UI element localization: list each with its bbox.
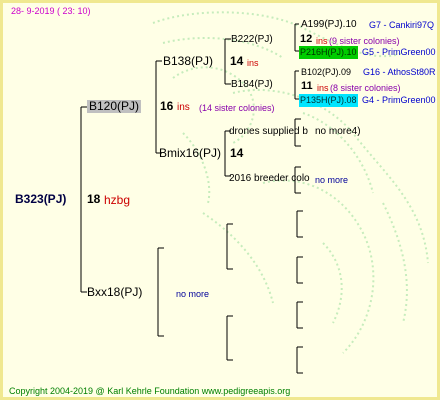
a199-info: G7 - Cankiri97Q	[369, 20, 435, 30]
b138-count: 14	[230, 54, 244, 68]
root-count: 18	[87, 192, 101, 206]
pedigree-frame: 28- 9-2019 ( 23: 10) Copyright 2004-2019…	[0, 0, 440, 400]
bxx18-no-more: no more	[176, 289, 210, 299]
bmix16-count: 14	[230, 146, 244, 160]
root-queen-name[interactable]: B323(PJ)	[15, 193, 66, 206]
p135h-queen-name[interactable]: P135H(PJ).08	[299, 94, 358, 107]
generation-date: 28- 9-2019 ( 23: 10)	[11, 6, 91, 16]
copyright-link[interactable]: Copyright 2004-2019 @ Karl Kehrle Founda…	[9, 385, 290, 397]
bmix16-queen-name[interactable]: Bmix16(PJ)	[159, 147, 221, 160]
b120-note: ins	[177, 102, 190, 113]
root-note: hzbg	[104, 193, 131, 207]
b120-sisters: (14 sister colonies)	[199, 103, 275, 113]
b102-count: 11	[301, 80, 313, 92]
b222-queen-name[interactable]: B222(PJ)	[231, 33, 273, 46]
drones-note: no more4)	[315, 126, 361, 137]
a199-queen-name[interactable]: A199(PJ).10	[301, 18, 357, 31]
p216h-info: G5 - PrimGreen00	[362, 47, 436, 57]
b138-note: ins	[247, 58, 259, 68]
p135h-info: G4 - PrimGreen00	[362, 95, 436, 105]
breeder-colony[interactable]: 2016 breeder colo	[229, 172, 310, 185]
p216h-queen-name[interactable]: P216H(PJ).10	[299, 46, 358, 59]
pedigree-connectors	[80, 23, 303, 374]
bxx18-queen-name[interactable]: Bxx18(PJ)	[87, 286, 142, 299]
b120-count: 16	[160, 99, 174, 113]
breeder-note: no more	[315, 175, 349, 185]
drones-supplied[interactable]: drones supplied b	[229, 125, 308, 138]
b102-info: G16 - AthosSt80R	[363, 67, 436, 77]
b102-queen-name[interactable]: B102(PJ).09	[301, 66, 351, 79]
b138-queen-name[interactable]: B138(PJ)	[163, 55, 213, 68]
b184-queen-name[interactable]: B184(PJ)	[231, 78, 273, 91]
a199-count: 12	[300, 33, 313, 45]
b120-queen-name[interactable]: B120(PJ)	[87, 100, 142, 113]
